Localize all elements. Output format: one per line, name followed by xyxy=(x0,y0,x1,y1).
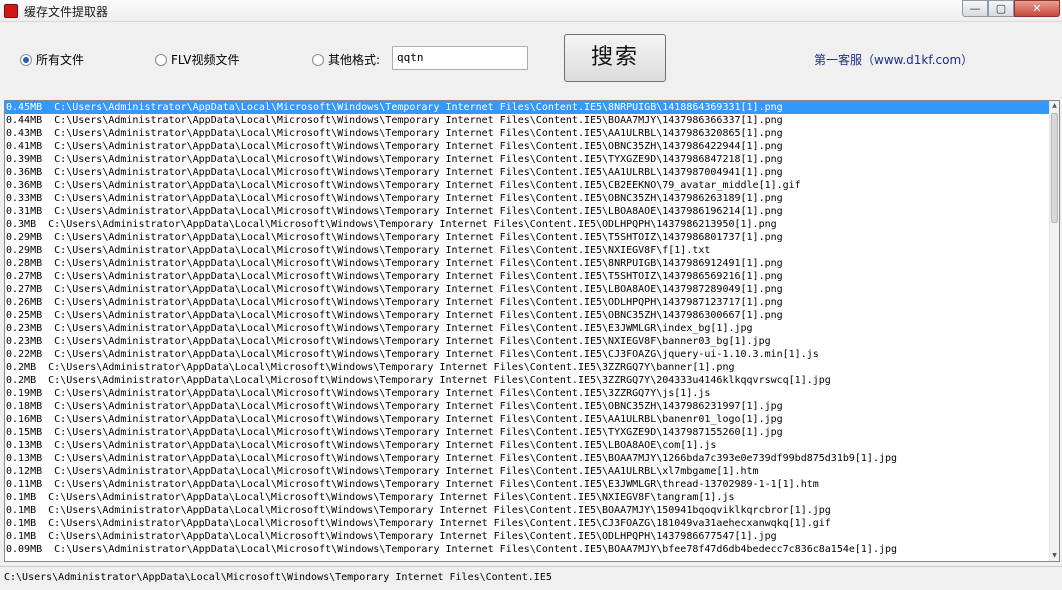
minimize-button[interactable]: — xyxy=(962,0,988,17)
list-item[interactable]: 0.31MB C:\Users\Administrator\AppData\Lo… xyxy=(5,205,1051,218)
list-item[interactable]: 0.26MB C:\Users\Administrator\AppData\Lo… xyxy=(5,296,1051,309)
toolbar: 所有文件 FLV视频文件 其他格式: qqtn 搜索 第一客服（www.d1kf… xyxy=(0,22,1062,98)
radio-flv-files[interactable]: FLV视频文件 xyxy=(155,51,239,68)
customer-service-link[interactable]: 第一客服（www.d1kf.com） xyxy=(814,51,973,68)
list-item[interactable]: 0.27MB C:\Users\Administrator\AppData\Lo… xyxy=(5,270,1051,283)
close-button[interactable]: ✕ xyxy=(1014,0,1060,17)
list-item[interactable]: 0.12MB C:\Users\Administrator\AppData\Lo… xyxy=(5,465,1051,478)
status-path: C:\Users\Administrator\AppData\Local\Mic… xyxy=(4,572,552,583)
list-item[interactable]: 0.22MB C:\Users\Administrator\AppData\Lo… xyxy=(5,348,1051,361)
radio-dot-icon xyxy=(155,53,167,66)
list-item[interactable]: 0.43MB C:\Users\Administrator\AppData\Lo… xyxy=(5,127,1051,140)
list-item[interactable]: 0.1MB C:\Users\Administrator\AppData\Loc… xyxy=(5,517,1051,530)
title-bar[interactable]: 缓存文件提取器 — ▢ ✕ xyxy=(0,0,1062,22)
list-item[interactable]: 0.16MB C:\Users\Administrator\AppData\Lo… xyxy=(5,413,1051,426)
list-item[interactable]: 0.33MB C:\Users\Administrator\AppData\Lo… xyxy=(5,192,1051,205)
file-list-rows: 0.45MB C:\Users\Administrator\AppData\Lo… xyxy=(5,101,1051,556)
list-item[interactable]: 0.44MB C:\Users\Administrator\AppData\Lo… xyxy=(5,114,1051,127)
list-item[interactable]: 0.2MB C:\Users\Administrator\AppData\Loc… xyxy=(5,374,1051,387)
list-item[interactable]: 0.29MB C:\Users\Administrator\AppData\Lo… xyxy=(5,231,1051,244)
format-input[interactable]: qqtn xyxy=(392,46,528,70)
list-item[interactable]: 0.2MB C:\Users\Administrator\AppData\Loc… xyxy=(5,361,1051,374)
list-item[interactable]: 0.1MB C:\Users\Administrator\AppData\Loc… xyxy=(5,491,1051,504)
list-item[interactable]: 0.19MB C:\Users\Administrator\AppData\Lo… xyxy=(5,387,1051,400)
scroll-down-arrow-icon[interactable]: ▼ xyxy=(1050,551,1059,561)
radio-all-files[interactable]: 所有文件 xyxy=(20,51,84,68)
radio-all-files-label: 所有文件 xyxy=(36,53,85,67)
list-item[interactable]: 0.29MB C:\Users\Administrator\AppData\Lo… xyxy=(5,244,1051,257)
list-item[interactable]: 0.25MB C:\Users\Administrator\AppData\Lo… xyxy=(5,309,1051,322)
radio-flv-files-label: FLV视频文件 xyxy=(171,53,240,67)
list-item[interactable]: 0.36MB C:\Users\Administrator\AppData\Lo… xyxy=(5,179,1051,192)
list-item[interactable]: 0.41MB C:\Users\Administrator\AppData\Lo… xyxy=(5,140,1051,153)
search-button[interactable]: 搜索 xyxy=(564,34,666,82)
radio-dot-icon xyxy=(312,53,324,66)
list-item[interactable]: 0.27MB C:\Users\Administrator\AppData\Lo… xyxy=(5,283,1051,296)
file-list[interactable]: 0.45MB C:\Users\Administrator\AppData\Lo… xyxy=(4,100,1060,562)
list-item[interactable]: 0.3MB C:\Users\Administrator\AppData\Loc… xyxy=(5,218,1051,231)
list-item[interactable]: 0.1MB C:\Users\Administrator\AppData\Loc… xyxy=(5,530,1051,543)
list-item[interactable]: 0.15MB C:\Users\Administrator\AppData\Lo… xyxy=(5,426,1051,439)
list-item[interactable]: 0.39MB C:\Users\Administrator\AppData\Lo… xyxy=(5,153,1051,166)
scroll-up-arrow-icon[interactable]: ▲ xyxy=(1050,101,1059,111)
radio-other-formats-label: 其他格式: xyxy=(328,53,381,67)
list-item[interactable]: 0.1MB C:\Users\Administrator\AppData\Loc… xyxy=(5,504,1051,517)
list-item[interactable]: 0.23MB C:\Users\Administrator\AppData\Lo… xyxy=(5,335,1051,348)
window-title: 缓存文件提取器 xyxy=(24,5,109,19)
maximize-button[interactable]: ▢ xyxy=(988,0,1014,17)
list-item[interactable]: 0.13MB C:\Users\Administrator\AppData\Lo… xyxy=(5,439,1051,452)
scroll-thumb[interactable] xyxy=(1051,113,1058,223)
list-item[interactable]: 0.18MB C:\Users\Administrator\AppData\Lo… xyxy=(5,400,1051,413)
list-item[interactable]: 0.45MB C:\Users\Administrator\AppData\Lo… xyxy=(5,101,1051,114)
list-item[interactable]: 0.13MB C:\Users\Administrator\AppData\Lo… xyxy=(5,452,1051,465)
radio-dot-checked-icon xyxy=(20,53,32,66)
status-bar: C:\Users\Administrator\AppData\Local\Mic… xyxy=(0,566,1062,590)
radio-other-formats[interactable]: 其他格式: xyxy=(312,51,380,68)
app-icon xyxy=(4,4,18,18)
list-item[interactable]: 0.36MB C:\Users\Administrator\AppData\Lo… xyxy=(5,166,1051,179)
list-item[interactable]: 0.23MB C:\Users\Administrator\AppData\Lo… xyxy=(5,322,1051,335)
list-item[interactable]: 0.09MB C:\Users\Administrator\AppData\Lo… xyxy=(5,543,1051,556)
vertical-scrollbar[interactable]: ▲ ▼ xyxy=(1049,101,1059,561)
window-controls: — ▢ ✕ xyxy=(962,0,1060,17)
list-item[interactable]: 0.11MB C:\Users\Administrator\AppData\Lo… xyxy=(5,478,1051,491)
list-item[interactable]: 0.28MB C:\Users\Administrator\AppData\Lo… xyxy=(5,257,1051,270)
